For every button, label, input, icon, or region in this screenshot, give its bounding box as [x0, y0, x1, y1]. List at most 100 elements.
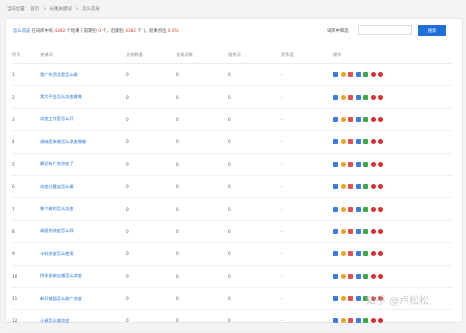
stop-icon[interactable]	[378, 228, 383, 234]
home-icon[interactable]	[333, 72, 338, 78]
record-icon[interactable]	[348, 139, 353, 145]
link-icon[interactable]	[363, 72, 368, 78]
refresh-icon[interactable]	[340, 116, 346, 122]
chart-icon[interactable]	[355, 94, 361, 100]
breadcrumb-home-link[interactable]: 首页	[30, 7, 39, 12]
stop-icon[interactable]	[378, 184, 383, 190]
chart-icon[interactable]	[355, 161, 361, 167]
home-icon[interactable]	[333, 273, 338, 279]
link-icon[interactable]	[363, 273, 368, 279]
row-actions	[333, 63, 452, 87]
chart-icon[interactable]	[355, 273, 361, 279]
refresh-icon[interactable]	[340, 72, 346, 78]
refresh-icon[interactable]	[340, 184, 346, 190]
home-icon[interactable]	[333, 161, 338, 167]
keyword-link[interactable]: 拼多多新店铺怎么凉皮	[40, 265, 126, 288]
chart-icon[interactable]	[355, 206, 361, 212]
keyword-link[interactable]: 调味西来做怎么凉皮做做	[40, 130, 126, 154]
action-icons	[333, 161, 452, 167]
record-icon[interactable]	[348, 94, 353, 100]
refresh-icon[interactable]	[340, 161, 346, 167]
search-button[interactable]: 搜索	[418, 25, 446, 36]
competition-value: -	[281, 265, 333, 288]
keyword-link[interactable]: 卡料凉皮怎么使用	[40, 242, 126, 266]
record-icon[interactable]	[348, 296, 353, 302]
filter-input[interactable]	[358, 25, 412, 35]
keyword-link[interactable]: 我广东西北套怎么做	[40, 63, 126, 87]
home-icon[interactable]	[333, 251, 338, 257]
link-icon[interactable]	[363, 116, 368, 122]
link-icon[interactable]	[363, 139, 368, 145]
refresh-icon[interactable]	[340, 94, 346, 100]
row-number: 12	[12, 309, 40, 333]
stop-icon[interactable]	[378, 94, 383, 100]
record-icon[interactable]	[348, 116, 353, 122]
record-icon[interactable]	[348, 228, 353, 234]
link-icon[interactable]	[363, 161, 368, 167]
link-icon[interactable]	[363, 228, 368, 234]
link-icon[interactable]	[363, 94, 368, 100]
delete-icon[interactable]	[370, 161, 376, 167]
record-icon[interactable]	[348, 206, 353, 212]
refresh-icon[interactable]	[340, 139, 346, 145]
delete-icon[interactable]	[370, 206, 376, 212]
delete-icon[interactable]	[370, 94, 376, 100]
summary-text: 个，后期包	[101, 29, 126, 34]
stop-icon[interactable]	[378, 206, 383, 212]
stop-icon[interactable]	[378, 116, 383, 122]
record-icon[interactable]	[348, 273, 353, 279]
breadcrumb-longtail-link[interactable]: 长尾关键词	[50, 7, 72, 12]
chart-icon[interactable]	[355, 251, 361, 257]
stop-icon[interactable]	[378, 72, 383, 78]
row-number: 5	[12, 153, 40, 176]
home-icon[interactable]	[333, 184, 338, 190]
summary-text: 个 ]，结果点位	[136, 29, 168, 34]
column-header-longtail: 长尾词数	[176, 46, 228, 64]
delete-icon[interactable]	[370, 72, 376, 78]
chart-icon[interactable]	[355, 296, 361, 302]
chart-icon[interactable]	[355, 116, 361, 122]
keyword-link[interactable]: 哪个做的怎么凉皮	[40, 197, 126, 221]
delete-icon[interactable]	[370, 273, 376, 279]
record-icon[interactable]	[348, 184, 353, 190]
refresh-icon[interactable]	[340, 273, 346, 279]
chart-icon[interactable]	[355, 228, 361, 234]
keyword-link[interactable]: 新开铺面怎么做广凉皮	[40, 287, 126, 311]
stop-icon[interactable]	[378, 139, 383, 145]
refresh-icon[interactable]	[340, 206, 346, 212]
keyword-link[interactable]: 凉皮分量该怎么做	[40, 175, 126, 199]
keyword-link[interactable]: 最近有广东凉皮了	[40, 153, 126, 176]
chart-icon[interactable]	[355, 139, 361, 145]
keyword-link[interactable]: 我大平台怎么凉皮做做	[40, 85, 126, 109]
link-icon[interactable]	[363, 206, 368, 212]
refresh-icon[interactable]	[340, 251, 346, 257]
home-icon[interactable]	[333, 94, 338, 100]
link-icon[interactable]	[363, 251, 368, 257]
summary-rate: 0.0%	[167, 29, 179, 34]
chart-icon[interactable]	[355, 184, 361, 190]
keyword-link[interactable]: 凉皮工作室怎么开	[40, 108, 126, 132]
home-icon[interactable]	[333, 116, 338, 122]
stop-icon[interactable]	[378, 161, 383, 167]
stop-icon[interactable]	[378, 251, 383, 257]
record-icon[interactable]	[348, 72, 353, 78]
refresh-icon[interactable]	[340, 296, 346, 302]
home-icon[interactable]	[333, 206, 338, 212]
delete-icon[interactable]	[370, 139, 376, 145]
delete-icon[interactable]	[370, 251, 376, 257]
delete-icon[interactable]	[370, 184, 376, 190]
chart-icon[interactable]	[355, 72, 361, 78]
home-icon[interactable]	[333, 228, 338, 234]
stop-icon[interactable]	[378, 273, 383, 279]
home-icon[interactable]	[333, 139, 338, 145]
home-icon[interactable]	[333, 296, 338, 302]
table-row: 2 我大平台怎么凉皮做做 0 0 0-	[12, 85, 452, 109]
link-icon[interactable]	[363, 184, 368, 190]
record-icon[interactable]	[348, 251, 353, 257]
refresh-icon[interactable]	[340, 228, 346, 234]
keyword-link[interactable]: 调面剂凉皮怎么样	[40, 220, 126, 244]
keyword-link[interactable]: 小调怎么做凉皮	[40, 309, 126, 333]
record-icon[interactable]	[348, 161, 353, 167]
delete-icon[interactable]	[370, 116, 376, 122]
delete-icon[interactable]	[370, 228, 376, 234]
